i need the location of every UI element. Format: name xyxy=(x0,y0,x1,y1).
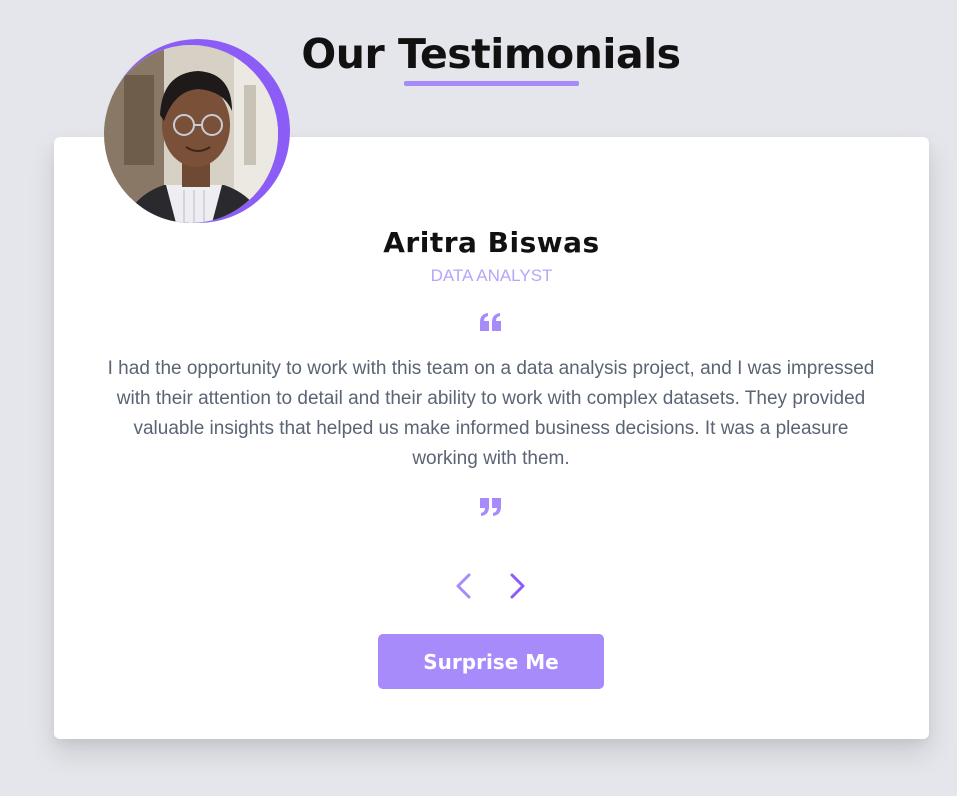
testimonial-job: Data Analyst xyxy=(430,266,553,285)
quote-left-icon xyxy=(480,313,501,331)
page: Our Testimonials Aritra Biswas Data Anal… xyxy=(0,0,957,796)
quote-right-icon xyxy=(480,498,501,516)
avatar-photo xyxy=(104,45,278,223)
testimonial-name: Aritra Biswas xyxy=(383,226,600,259)
surprise-me-button[interactable]: Surprise Me xyxy=(378,634,604,689)
title-underline xyxy=(404,81,579,86)
chevron-left-icon[interactable] xyxy=(452,572,476,600)
chevron-right-icon[interactable] xyxy=(505,572,529,600)
testimonial-text: I had the opportunity to work with this … xyxy=(107,358,875,469)
avatar xyxy=(104,45,278,223)
